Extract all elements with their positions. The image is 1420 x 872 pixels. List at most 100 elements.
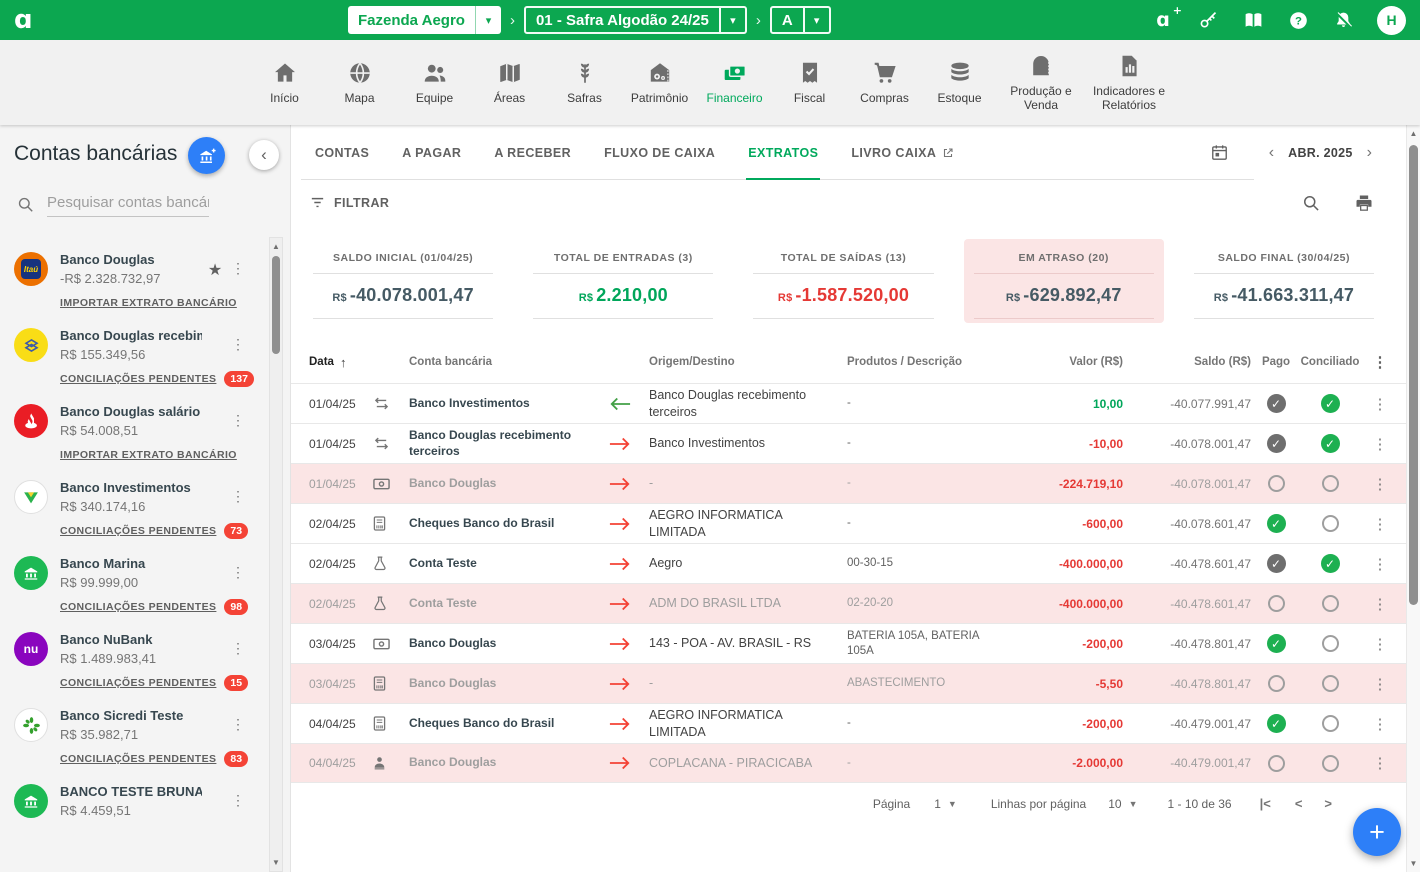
paid-check-icon[interactable]: ✓ [1267,634,1286,653]
notifications-off-icon[interactable] [1332,9,1354,31]
row-kebab-icon[interactable]: ⋮ [1361,635,1399,653]
bank-account-item[interactable]: Banco Douglas recebime… R$ 155.349,56 ⋮ … [0,317,262,393]
nav-item-compras[interactable]: Compras [847,60,922,106]
nav-item-indicadores-e-relatorios[interactable]: Indicadores e Relatórios [1085,53,1173,113]
nav-item-producao-e-venda[interactable]: Produção e Venda [997,53,1085,113]
paid-check-icon[interactable] [1268,475,1285,492]
column-header-produtos-descricao[interactable]: Produtos / Descrição [847,356,997,368]
rows-per-page-select[interactable]: 10▼ [1108,797,1137,811]
account-kebab-icon[interactable]: ⋮ [228,260,248,277]
next-month-button[interactable]: › [1353,144,1386,162]
nav-item-mapa[interactable]: Mapa [322,60,397,106]
summary-card[interactable]: EM ATRASO (20) R$-629.892,47 [964,239,1164,323]
reconciled-check-icon[interactable] [1322,515,1339,532]
pending-reconciliations-link[interactable]: CONCILIAÇÕES PENDENTES [60,753,216,765]
paid-check-icon[interactable] [1268,755,1285,772]
account-kebab-icon[interactable]: ⋮ [228,412,248,429]
season-selector[interactable]: 01 - Safra Algodão 24/25 ▾ [524,6,747,34]
add-transaction-fab[interactable]: + [1353,808,1401,856]
account-kebab-icon[interactable]: ⋮ [228,640,248,657]
row-kebab-icon[interactable]: ⋮ [1361,475,1399,493]
reconciled-check-icon[interactable] [1322,475,1339,492]
table-row[interactable]: 01/04/25 Banco Investimentos Banco Dougl… [291,383,1420,423]
calendar-icon[interactable] [1210,143,1229,162]
account-kebab-icon[interactable]: ⋮ [228,564,248,581]
pending-reconciliations-link[interactable]: CONCILIAÇÕES PENDENTES [60,601,216,613]
reconciled-check-icon[interactable] [1322,755,1339,772]
chevron-down-icon[interactable]: ▾ [803,8,829,32]
row-kebab-icon[interactable]: ⋮ [1361,715,1399,733]
row-kebab-icon[interactable]: ⋮ [1361,435,1399,453]
import-statement-link[interactable]: IMPORTAR EXTRATO BANCÁRIO [60,297,237,309]
pending-reconciliations-link[interactable]: CONCILIAÇÕES PENDENTES [60,677,216,689]
table-row[interactable]: 02/04/25 Cheques Banco do Brasil AEGRO I… [291,503,1420,543]
scroll-up-icon[interactable]: ▲ [270,242,282,251]
search-transactions-icon[interactable] [1301,193,1321,213]
nav-item-safras[interactable]: Safras [547,60,622,106]
filter-button[interactable]: FILTRAR [309,194,389,211]
bank-account-item[interactable]: Banco Sicredi Teste R$ 35.982,71 ⋮ CONCI… [0,697,262,773]
star-icon[interactable]: ★ [202,260,228,280]
pending-reconciliations-link[interactable]: CONCILIAÇÕES PENDENTES [60,525,216,537]
paid-check-icon[interactable]: ✓ [1267,714,1286,733]
column-header-data[interactable]: Data ↑ [309,355,409,370]
nav-item-financeiro[interactable]: Financeiro [697,60,772,106]
reconciled-check-icon[interactable] [1322,715,1339,732]
bank-account-item[interactable]: Banco Investimentos R$ 340.174,16 ⋮ CONC… [0,469,262,545]
book-icon[interactable] [1242,9,1264,31]
account-kebab-icon[interactable]: ⋮ [228,716,248,733]
next-page-button[interactable]: > [1324,796,1332,811]
import-statement-link[interactable]: IMPORTAR EXTRATO BANCÁRIO [60,449,237,461]
nav-item-estoque[interactable]: Estoque [922,60,997,106]
tab-extratos[interactable]: EXTRATOS [748,125,818,180]
print-icon[interactable] [1354,193,1374,213]
summary-card[interactable]: SALDO FINAL (30/04/25) R$-41.663.311,47 [1184,239,1384,323]
tab-a-receber[interactable]: A RECEBER [494,125,571,180]
summary-card[interactable]: TOTAL DE ENTRADAS (3) R$2.210,00 [523,239,723,323]
reconciled-check-icon[interactable]: ✓ [1321,434,1340,453]
nav-item-fiscal[interactable]: Fiscal [772,60,847,106]
page-select[interactable]: 1▼ [934,797,957,811]
sort-ascending-icon[interactable]: ↑ [340,355,347,370]
plot-selector[interactable]: A ▾ [770,6,831,34]
reconciled-check-icon[interactable] [1322,635,1339,652]
column-header-origem-destino[interactable]: Origem/Destino [649,356,847,368]
search-input[interactable] [47,191,209,217]
paid-check-icon[interactable]: ✓ [1267,514,1286,533]
sidebar-scrollbar[interactable]: ▲ ▼ [269,237,283,872]
bank-account-item[interactable]: nu Banco NuBank R$ 1.489.983,41 ⋮ CONCIL… [0,621,262,697]
summary-card[interactable]: TOTAL DE SAÍDAS (13) R$-1.587.520,00 [743,239,943,323]
column-header-conta-bancaria[interactable]: Conta bancária [409,356,609,368]
add-bank-account-button[interactable] [188,137,225,174]
table-row[interactable]: 03/04/25 Banco Douglas - ABASTECIMENTO -… [291,663,1420,703]
column-header-saldo[interactable]: Saldo (R$) [1125,356,1253,368]
reconciled-check-icon[interactable] [1322,595,1339,612]
column-header-conciliado[interactable]: Conciliado [1299,356,1361,368]
scrollbar-thumb[interactable] [272,256,280,354]
reconciled-check-icon[interactable]: ✓ [1321,554,1340,573]
nav-item-patrimonio[interactable]: Patrimônio [622,60,697,106]
scrollbar-thumb[interactable] [1409,145,1418,605]
tab-a-pagar[interactable]: A PAGAR [402,125,461,180]
tab-livro-caixa[interactable]: LIVRO CAIXA [851,125,954,180]
column-header-valor[interactable]: Valor (R$) [997,356,1125,368]
table-row[interactable]: 03/04/25 Banco Douglas 143 - POA - AV. B… [291,623,1420,663]
refer-friend-icon[interactable]: ɑ+ [1152,9,1174,31]
farm-selector[interactable]: Fazenda Aegro ▾ [348,6,501,34]
table-row[interactable]: 04/04/25 Cheques Banco do Brasil AEGRO I… [291,703,1420,743]
table-row[interactable]: 04/04/25 Banco Douglas COPLACANA - PIRAC… [291,743,1420,783]
avatar[interactable]: H [1377,6,1406,35]
table-row[interactable]: 01/04/25 Banco Douglas recebimento terce… [291,423,1420,463]
help-icon[interactable]: ? [1287,9,1309,31]
nav-item-areas[interactable]: Áreas [472,60,547,106]
bank-account-item[interactable]: Itaú Banco Douglas -R$ 2.328.732,97 ★ ⋮ … [0,241,262,317]
reconciled-check-icon[interactable]: ✓ [1321,394,1340,413]
account-kebab-icon[interactable]: ⋮ [228,792,248,809]
row-kebab-icon[interactable]: ⋮ [1361,395,1399,413]
scroll-down-icon[interactable]: ▼ [1407,859,1420,868]
reconciled-check-icon[interactable] [1322,675,1339,692]
scroll-up-icon[interactable]: ▲ [1407,129,1420,138]
table-row[interactable]: 02/04/25 Conta Teste Aegro 00-30-15 -400… [291,543,1420,583]
row-kebab-icon[interactable]: ⋮ [1361,754,1399,772]
bank-account-item[interactable]: Banco Marina R$ 99.999,00 ⋮ CONCILIAÇÕES… [0,545,262,621]
